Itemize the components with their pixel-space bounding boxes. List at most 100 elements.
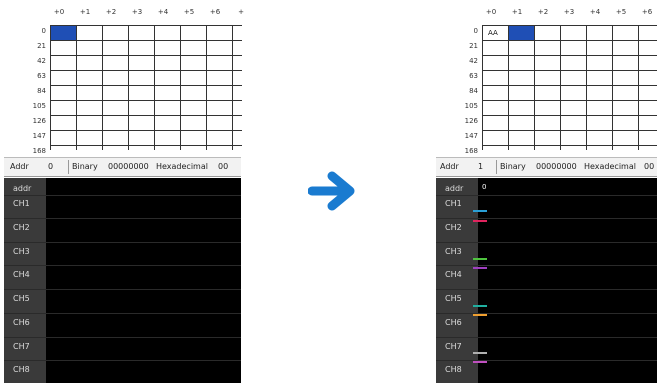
- grid-row: [51, 56, 242, 71]
- grid-row: [51, 101, 242, 116]
- column-header: +5: [615, 8, 627, 16]
- grid-line: [586, 26, 587, 150]
- channel-label-column: [4, 178, 46, 383]
- column-header: +0: [485, 8, 497, 16]
- row-label: 168: [32, 147, 46, 155]
- channel-label-column: [436, 178, 478, 383]
- trace-ch7: [473, 352, 487, 354]
- row-label: 63: [37, 72, 46, 80]
- channel-separator: [436, 265, 657, 266]
- grid-row: [51, 71, 242, 86]
- grid-row: [483, 116, 657, 131]
- hex-value[interactable]: 00: [644, 162, 654, 171]
- channel-separator: [4, 337, 241, 338]
- row-label: 105: [32, 102, 46, 110]
- grid-row: [51, 116, 242, 131]
- divider: [496, 160, 497, 174]
- channel-separator: [436, 360, 657, 361]
- row-label: 126: [464, 117, 478, 125]
- logic-analyzer-view: addr CH1 CH2 CH3 CH4 CH5 CH6 CH7 CH8: [4, 178, 241, 383]
- scope-addr-value: 0: [482, 183, 487, 191]
- row-label: 0: [41, 27, 46, 35]
- grid-line: [154, 26, 155, 150]
- hex-label: Hexadecimal: [156, 162, 208, 171]
- grid-row: [483, 26, 657, 41]
- addr-value[interactable]: 1: [478, 162, 483, 171]
- channel-separator: [436, 337, 657, 338]
- column-header: +6: [641, 8, 653, 16]
- column-header: +4: [589, 8, 601, 16]
- column-header: +5: [183, 8, 195, 16]
- hex-value[interactable]: 00: [218, 162, 228, 171]
- channel-label-ch6: CH6: [13, 318, 30, 327]
- channel-label-addr: addr: [13, 184, 32, 193]
- grid-line: [232, 26, 233, 150]
- channel-separator: [4, 265, 241, 266]
- channel-label-addr: addr: [445, 184, 464, 193]
- grid-row: [483, 86, 657, 101]
- grid-line: [128, 26, 129, 150]
- channel-label-ch2: CH2: [445, 223, 462, 232]
- trace-ch5: [473, 305, 487, 307]
- column-header: +0: [53, 8, 65, 16]
- column-header: +3: [563, 8, 575, 16]
- channel-separator: [4, 313, 241, 314]
- column-header: +1: [511, 8, 523, 16]
- column-header: +1: [79, 8, 91, 16]
- row-label: 168: [464, 147, 478, 155]
- channel-separator: [436, 242, 657, 243]
- trace-ch2: [473, 220, 487, 222]
- addr-value[interactable]: 0: [48, 162, 53, 171]
- channel-separator: [4, 360, 241, 361]
- grid-row: [483, 131, 657, 146]
- grid-row: [51, 41, 242, 56]
- row-label: 84: [37, 87, 46, 95]
- channel-label-ch4: CH4: [445, 270, 462, 279]
- grid-line: [180, 26, 181, 150]
- channel-label-ch3: CH3: [445, 247, 462, 256]
- right-memory-panel: +0 +1 +2 +3 +4 +5 +6 0 21 42 63 84 105 1…: [436, 0, 657, 383]
- trace-ch3: [473, 258, 487, 260]
- column-header: +6: [209, 8, 221, 16]
- grid-line: [560, 26, 561, 150]
- row-label: 42: [469, 57, 478, 65]
- row-label: 0: [473, 27, 478, 35]
- channel-separator: [4, 242, 241, 243]
- channel-label-ch6: CH6: [445, 318, 462, 327]
- column-header: +3: [131, 8, 143, 16]
- row-label: 147: [32, 132, 46, 140]
- grid-line: [612, 26, 613, 150]
- channel-label-ch1: CH1: [13, 199, 30, 208]
- divider: [68, 160, 69, 174]
- arrow-right-icon: [308, 171, 355, 211]
- binary-value[interactable]: 00000000: [108, 162, 149, 171]
- row-label: 84: [469, 87, 478, 95]
- column-header: +2: [537, 8, 549, 16]
- grid-row: [483, 71, 657, 86]
- trace-ch6: [473, 314, 487, 316]
- binary-label: Binary: [72, 162, 98, 171]
- binary-label: Binary: [500, 162, 526, 171]
- column-header-row: +0 +1 +2 +3 +4 +5 +6 +: [46, 8, 244, 20]
- row-label: 21: [37, 42, 46, 50]
- channel-separator: [436, 313, 657, 314]
- hex-label: Hexadecimal: [584, 162, 636, 171]
- grid-line: [102, 26, 103, 150]
- address-bar: Addr 1 Binary 00000000 Hexadecimal 00: [436, 157, 657, 177]
- grid-row: [51, 26, 242, 41]
- channel-label-ch5: CH5: [445, 294, 462, 303]
- left-memory-panel: +0 +1 +2 +3 +4 +5 +6 + 0 21 42 63 84 105…: [4, 0, 244, 383]
- binary-value[interactable]: 00000000: [536, 162, 577, 171]
- row-label: 21: [469, 42, 478, 50]
- channel-label-ch8: CH8: [13, 365, 30, 374]
- grid-row: [483, 56, 657, 71]
- memory-grid[interactable]: AA: [482, 25, 657, 150]
- row-label: 147: [464, 132, 478, 140]
- memory-grid[interactable]: [50, 25, 242, 150]
- trace-ch4: [473, 267, 487, 269]
- grid-row: [483, 41, 657, 56]
- row-label: 42: [37, 57, 46, 65]
- trace-ch8: [473, 361, 487, 363]
- grid-row: [483, 101, 657, 116]
- channel-label-ch8: CH8: [445, 365, 462, 374]
